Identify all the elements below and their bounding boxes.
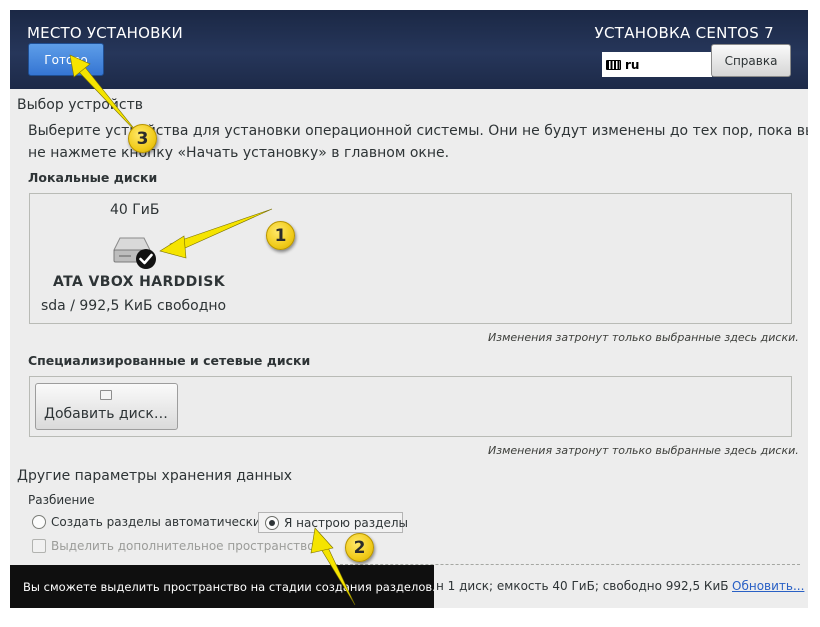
step-badge-2: 2 [345,533,374,562]
disk-name: ATA VBOX HARDDISK [53,274,226,290]
auto-partition-radio[interactable] [32,515,46,529]
info-tooltip: Вы сможете выделить пространство на стад… [10,565,436,608]
header-bar: МЕСТО УСТАНОВКИ УСТАНОВКА CENTOS 7 Готов… [10,10,808,89]
disk-summary: н 1 диск; емкость 40 ГиБ; свободно 992,5… [436,579,729,593]
special-disks-note: Изменения затронут только выбранные здес… [488,444,799,457]
refresh-link[interactable]: Обновить... [732,579,804,593]
installer-window: МЕСТО УСТАНОВКИ УСТАНОВКА CENTOS 7 Готов… [10,10,808,608]
storage-options-heading: Другие параметры хранения данных [17,468,293,484]
done-button[interactable]: Готово [28,43,104,76]
manual-partition-option[interactable]: Я настрою разделы [258,512,408,533]
step-badge-3: 3 [128,124,157,153]
add-disk-label: Добавить диск… [44,406,168,422]
product-title: УСТАНОВКА CENTOS 7 [594,24,774,42]
special-disks-label: Специализированные и сетевые диски [28,353,311,368]
device-selection-heading: Выбор устройств [17,97,143,113]
harddisk-selected-icon[interactable] [111,232,159,270]
partitioning-label: Разбиение [28,493,95,507]
page-title: МЕСТО УСТАНОВКИ [27,24,183,42]
step-badge-1: 1 [266,221,295,250]
extra-space-checkbox[interactable] [32,539,46,553]
tooltip-text: Вы сможете выделить пространство на стад… [23,579,436,594]
disk-size: 40 ГиБ [110,202,160,218]
manual-partition-radio[interactable] [265,516,279,530]
keyboard-layout-label: ru [625,57,640,72]
auto-partition-label[interactable]: Создать разделы автоматически [51,515,261,529]
manual-partition-label: Я настрою разделы [284,516,408,530]
local-disks-label: Локальные диски [28,170,158,185]
local-disks-note: Изменения затронут только выбранные здес… [488,331,799,344]
extra-space-label: Выделить дополнительное пространство [51,539,315,553]
device-description-line2: не нажмете кнопку «Начать установку» в г… [28,145,450,161]
keyboard-layout-indicator[interactable]: ru [602,52,712,77]
disk-add-icon [100,390,112,400]
radio-selected-dot [269,520,275,526]
disk-info: sda / 992,5 КиБ свободно [41,298,227,314]
help-button[interactable]: Справка [711,44,791,77]
add-disk-button[interactable]: Добавить диск… [35,383,178,430]
keyboard-icon [606,59,621,70]
